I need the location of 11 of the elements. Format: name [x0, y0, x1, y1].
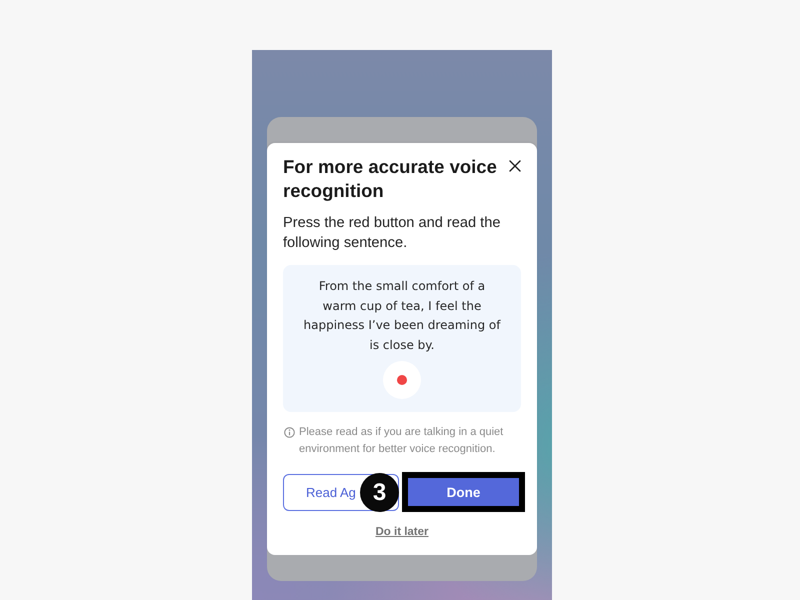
dialog-title: For more accurate voice recognition — [283, 155, 498, 203]
info-icon — [284, 427, 295, 438]
hint-text: Please read as if you are talking in a quiet environment for better voice recognition. — [299, 425, 504, 457]
done-button[interactable]: Done — [408, 478, 519, 506]
reading-sentence: From the small comfort of a warm cup of tea, I feel the happiness I’ve been dreaming of is close by. — [302, 278, 502, 354]
do-it-later-link[interactable]: Do it later — [375, 525, 429, 539]
close-icon — [509, 160, 521, 172]
instruction-text: Press the red button and read the following sentence. — [283, 214, 502, 253]
close-button[interactable] — [507, 158, 523, 174]
record-button[interactable] — [383, 361, 421, 399]
record-dot-icon — [397, 375, 407, 385]
